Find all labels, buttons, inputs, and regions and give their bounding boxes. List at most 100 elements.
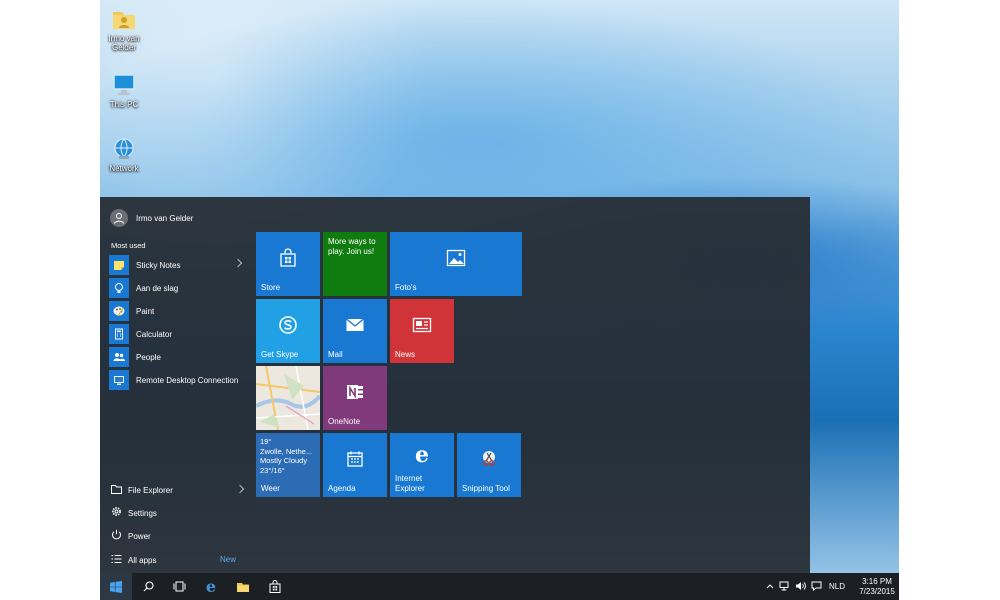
new-badge: New — [220, 555, 237, 564]
list-icon — [111, 554, 122, 567]
desktop-icon-label: This PC — [109, 100, 139, 109]
user-folder-icon — [110, 6, 138, 32]
folder-icon — [111, 484, 122, 497]
tile-xbox[interactable]: More ways to play. Join us! — [323, 232, 387, 296]
app-sticky-notes[interactable]: Sticky Notes — [109, 255, 243, 275]
calculator-icon — [109, 324, 129, 344]
tile-mail[interactable]: Mail — [323, 299, 387, 363]
edge-taskbar-button[interactable]: e — [196, 573, 226, 600]
tile-onenote[interactable]: OneNote — [323, 366, 387, 430]
task-view-button[interactable] — [164, 573, 194, 600]
tile-internet-explorer[interactable]: e Internet Explorer — [390, 433, 454, 497]
tile-maps[interactable] — [256, 366, 320, 430]
store-taskbar-button[interactable] — [260, 573, 290, 600]
desktop-icon-user-folder[interactable]: Irmo van Gelder — [100, 6, 152, 52]
user-account-button[interactable]: Irmo van Gelder — [110, 209, 193, 227]
tile-photos[interactable]: Foto's — [390, 232, 522, 296]
map-thumbnail — [256, 366, 320, 430]
clock-time: 3:16 PM — [862, 576, 892, 586]
weather-condition: Mostly Cloudy — [260, 456, 308, 465]
chevron-right-icon[interactable] — [233, 258, 243, 268]
news-icon — [412, 317, 432, 335]
tile-label: News — [395, 350, 416, 359]
mail-icon — [345, 317, 365, 335]
app-label: Calculator — [136, 329, 173, 339]
tile-skype[interactable]: Get Skype — [256, 299, 320, 363]
desktop-icon-label: Irmo van Gelder — [108, 34, 140, 52]
app-people[interactable]: People — [109, 347, 239, 367]
skype-icon — [277, 314, 299, 338]
desktop-icon-network[interactable]: Network — [100, 136, 152, 173]
file-explorer-item[interactable]: File Explorer — [111, 481, 245, 499]
power-icon — [111, 529, 122, 543]
chevron-up-icon[interactable] — [764, 582, 776, 591]
windows-logo-icon — [110, 580, 122, 593]
file-explorer-taskbar-button[interactable] — [228, 573, 258, 600]
all-apps-label: All apps — [128, 555, 157, 565]
user-avatar-icon — [110, 209, 128, 227]
app-calculator[interactable]: Calculator — [109, 324, 239, 344]
scissors-icon — [479, 449, 499, 471]
tile-label: Get Skype — [261, 350, 299, 359]
action-center-icon[interactable] — [808, 581, 824, 593]
store-icon — [269, 580, 281, 593]
task-view-icon — [173, 581, 185, 592]
photos-icon — [446, 249, 466, 269]
remote-desktop-icon — [109, 370, 129, 390]
file-explorer-label: File Explorer — [128, 485, 173, 495]
tile-store[interactable]: Store — [256, 232, 320, 296]
settings-item[interactable]: Settings — [111, 504, 241, 522]
weather-location: Zwolle, Nethe... — [260, 446, 313, 456]
tile-calendar[interactable]: Agenda — [323, 433, 387, 497]
store-icon — [278, 248, 298, 270]
app-label: Aan de slag — [136, 283, 179, 293]
gear-icon — [111, 506, 122, 520]
tile-label: Weer — [261, 483, 280, 493]
paint-icon — [109, 301, 129, 321]
volume-icon[interactable] — [792, 581, 808, 593]
desktop-screen: Irmo van Gelder This PC Network Irmo van… — [100, 0, 899, 600]
tile-label: Mail — [328, 350, 343, 359]
power-item[interactable]: Power — [111, 527, 241, 545]
ie-icon: e — [415, 442, 429, 469]
desktop-icon-this-pc[interactable]: This PC — [100, 72, 152, 109]
computer-icon — [110, 72, 138, 98]
app-remote-desktop[interactable]: Remote Desktop Connection — [109, 370, 249, 390]
user-name: Irmo van Gelder — [136, 213, 194, 223]
search-icon — [143, 581, 154, 592]
most-used-heading: Most used — [111, 241, 146, 250]
tile-news[interactable]: News — [390, 299, 454, 363]
people-icon — [109, 347, 129, 367]
app-aan-de-slag[interactable]: Aan de slag — [109, 278, 239, 298]
chevron-right-icon[interactable] — [235, 484, 245, 494]
tile-weather[interactable]: 19° Zwolle, Nethe... Mostly Cloudy 23°/1… — [256, 433, 320, 497]
app-paint[interactable]: Paint — [109, 301, 239, 321]
app-label: Remote Desktop Connection — [136, 375, 239, 385]
tile-label: Internet Explorer — [395, 474, 425, 493]
app-label: Paint — [136, 306, 155, 316]
tile-label: Foto's — [395, 283, 417, 292]
sticky-notes-icon — [109, 255, 129, 275]
network-tray-icon[interactable] — [776, 581, 792, 593]
desktop-icon-label: Network — [109, 164, 139, 173]
app-label: Sticky Notes — [136, 260, 181, 270]
onenote-icon — [345, 382, 365, 404]
settings-label: Settings — [128, 508, 157, 518]
language-indicator[interactable]: NLD — [826, 582, 848, 591]
tile-label: Store — [261, 283, 281, 292]
tile-label: Agenda — [328, 484, 356, 493]
system-tray: NLD 3:16 PM 7/23/2015 — [764, 573, 899, 600]
app-label: People — [136, 352, 161, 362]
taskbar: e NLD 3:16 PM 7/23/2015 — [100, 573, 899, 600]
xbox-tile-text: More ways to play. Join us! — [328, 237, 376, 256]
lightbulb-icon — [109, 278, 129, 298]
tile-snipping-tool[interactable]: Snipping Tool — [457, 433, 521, 497]
tile-label: OneNote — [328, 417, 361, 426]
search-button[interactable] — [133, 573, 163, 600]
tile-label: Snipping Tool — [462, 484, 510, 493]
clock[interactable]: 3:16 PM 7/23/2015 — [852, 577, 899, 597]
folder-icon — [237, 582, 249, 592]
power-label: Power — [128, 531, 151, 541]
network-icon — [110, 136, 138, 162]
start-button[interactable] — [100, 573, 132, 600]
